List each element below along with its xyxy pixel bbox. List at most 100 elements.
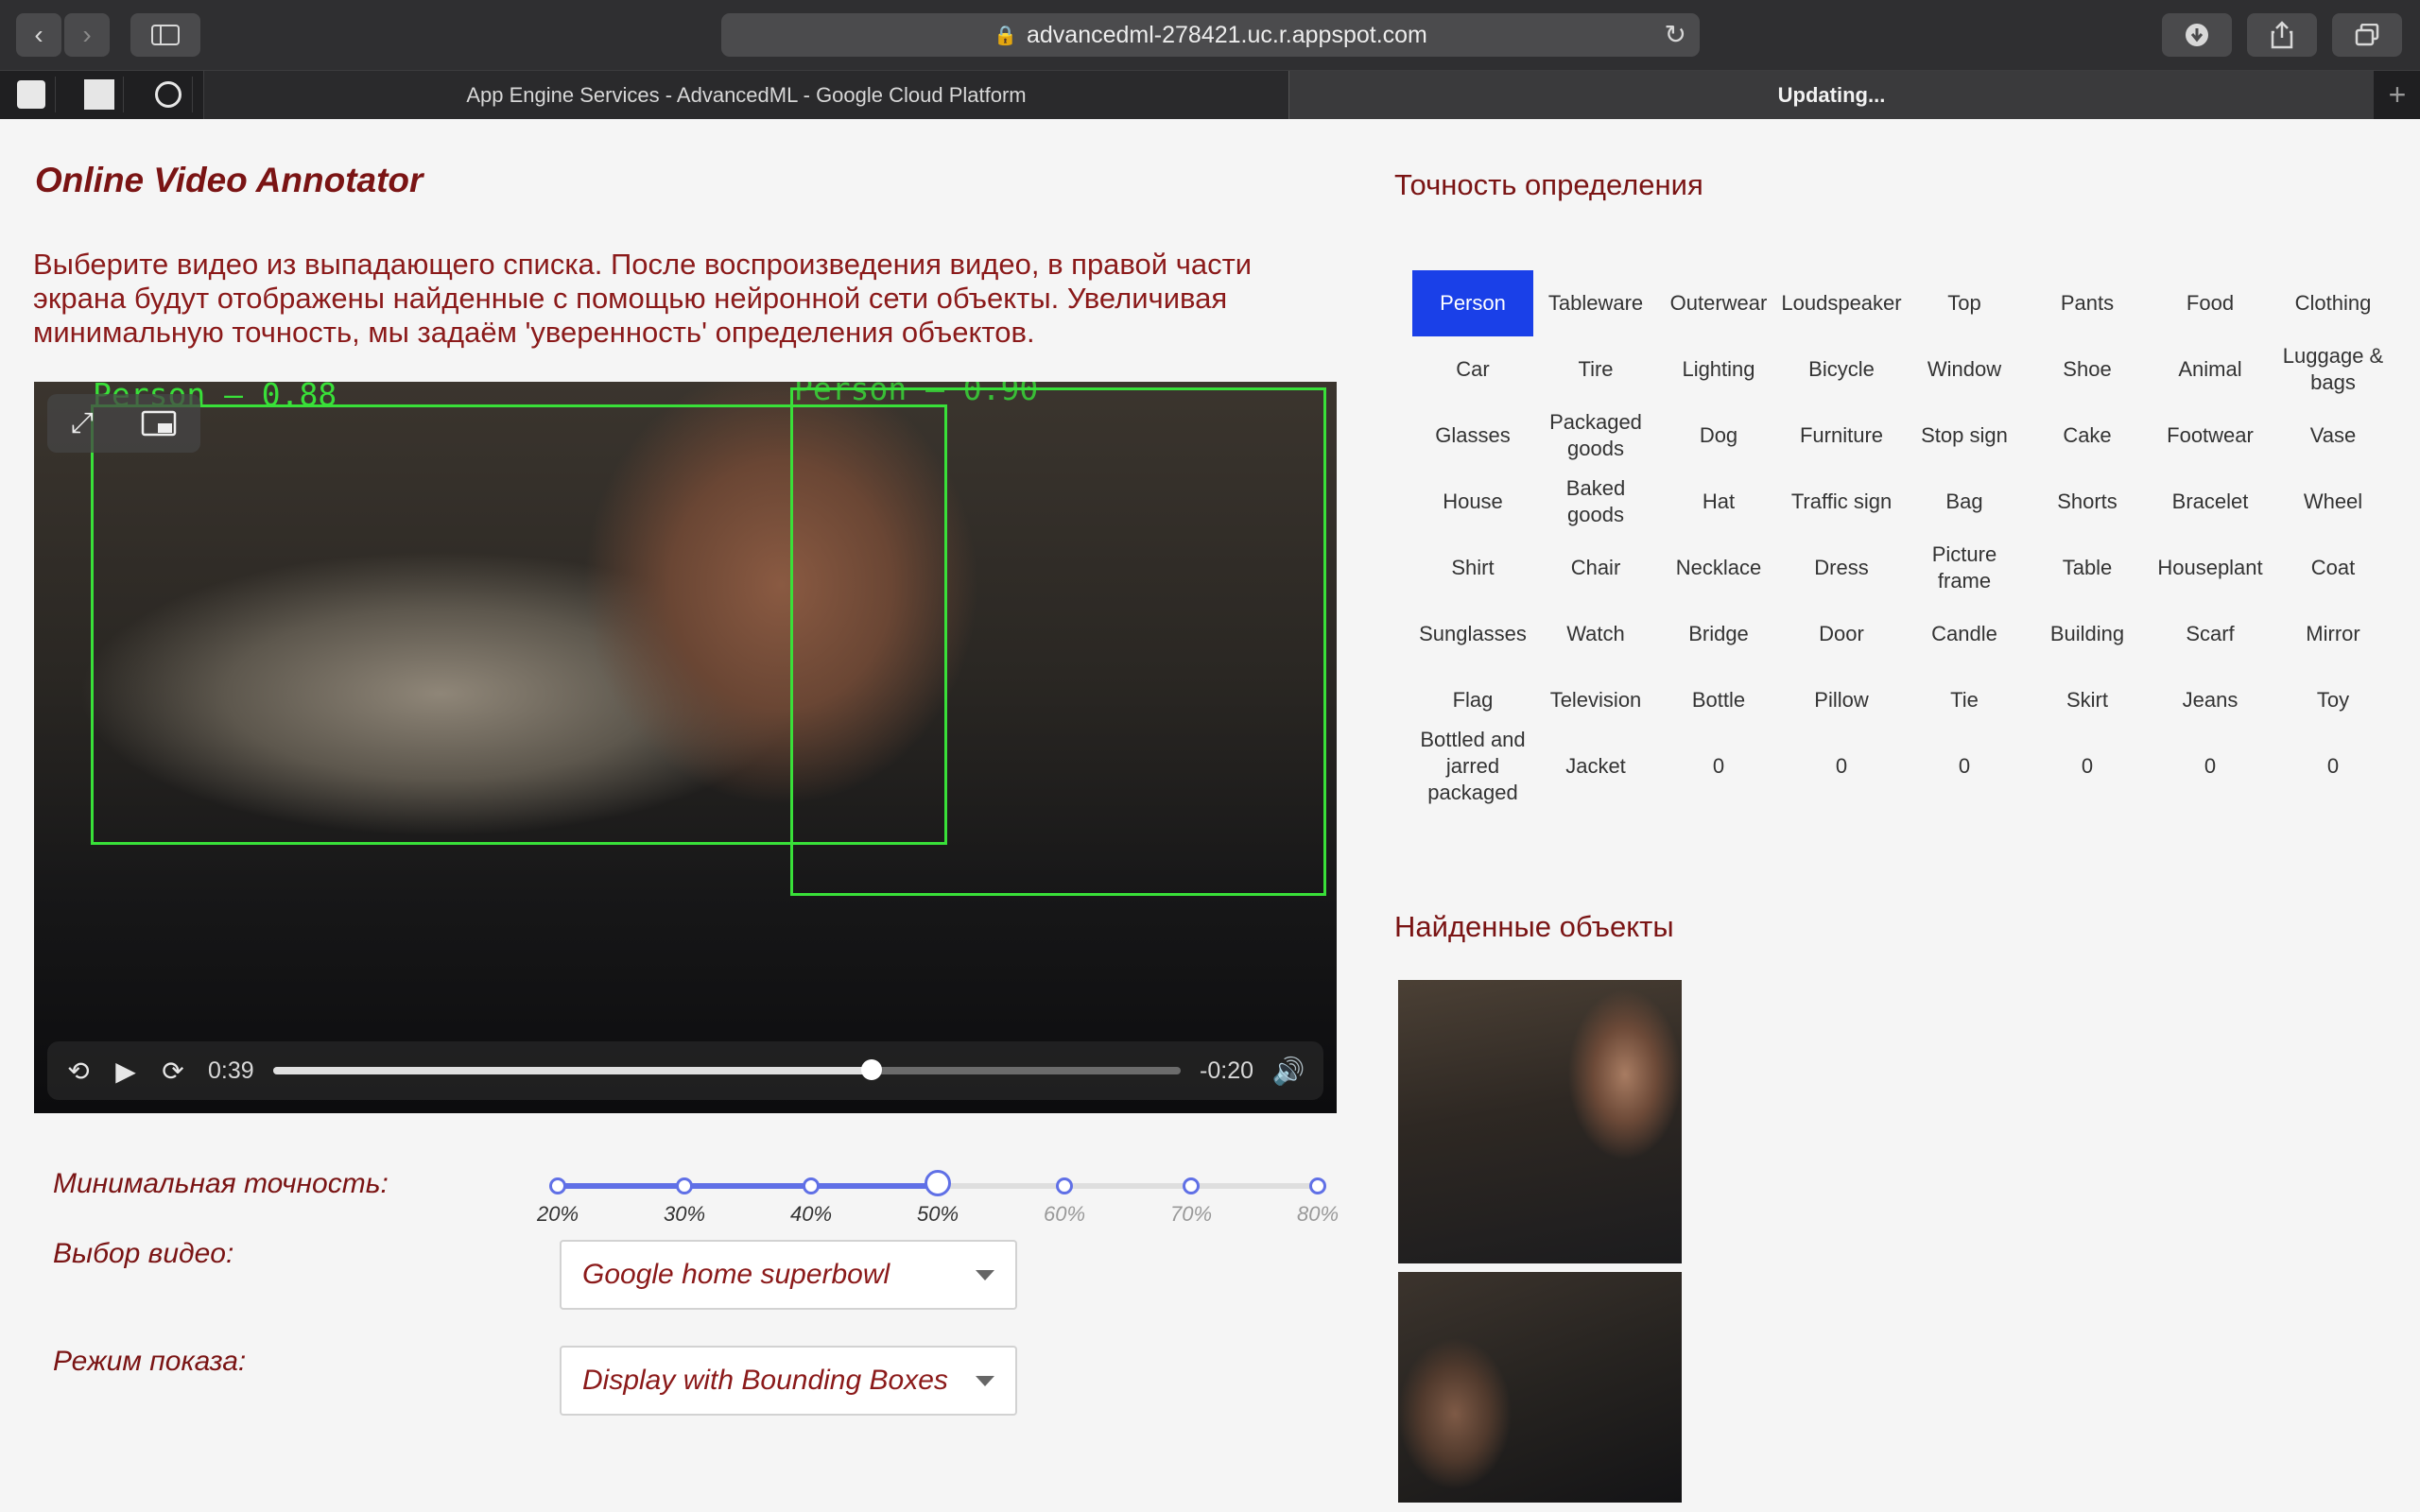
tab-updating[interactable]: Updating...: [1288, 71, 2374, 119]
label-cell[interactable]: Door: [1781, 601, 1902, 667]
slider-stop[interactable]: [676, 1177, 693, 1194]
address-bar[interactable]: 🔒 advancedml-278421.uc.r.appspot.com ↻: [721, 13, 1700, 57]
label-cell[interactable]: Luggage & bags: [2273, 336, 2394, 403]
video-player[interactable]: Person — 0.88 Person — 0.90 ⤢ ⟲ ▶ ⟳ 0:39…: [34, 382, 1337, 1113]
new-tab-button[interactable]: +: [2375, 71, 2420, 119]
label-cell[interactable]: Tire: [1535, 336, 1656, 403]
label-cell[interactable]: Building: [2027, 601, 2148, 667]
label-cell[interactable]: Tie: [1904, 667, 2025, 733]
label-cell[interactable]: Shirt: [1412, 535, 1533, 601]
found-object-thumbnail[interactable]: [1398, 980, 1682, 1263]
label-cell[interactable]: Tableware: [1535, 270, 1656, 336]
label-cell[interactable]: Pillow: [1781, 667, 1902, 733]
slider-stop[interactable]: [1309, 1177, 1326, 1194]
label-cell[interactable]: 0: [2150, 733, 2271, 799]
play-icon[interactable]: ▶: [102, 1056, 149, 1087]
label-cell[interactable]: Coat: [2273, 535, 2394, 601]
share-button[interactable]: [2247, 13, 2317, 57]
back-button[interactable]: ‹: [16, 13, 61, 57]
label-cell[interactable]: Chair: [1535, 535, 1656, 601]
label-cell[interactable]: Person: [1412, 270, 1533, 336]
label-cell[interactable]: 0: [1904, 733, 2025, 799]
slider-stop[interactable]: [803, 1177, 820, 1194]
label-cell[interactable]: Hat: [1658, 469, 1779, 535]
label-cell[interactable]: Bottle: [1658, 667, 1779, 733]
label-cell[interactable]: Outerwear: [1658, 270, 1779, 336]
label-cell[interactable]: Glasses: [1412, 403, 1533, 469]
label-cell[interactable]: Bag: [1904, 469, 2025, 535]
label-cell[interactable]: Picture frame: [1904, 535, 2025, 601]
label-cell[interactable]: Traffic sign: [1781, 469, 1902, 535]
volume-icon[interactable]: 🔊: [1265, 1056, 1312, 1087]
video-select[interactable]: Google home superbowl: [560, 1240, 1017, 1310]
label-cell[interactable]: 0: [2273, 733, 2394, 799]
label-cell[interactable]: Mirror: [2273, 601, 2394, 667]
reload-icon[interactable]: ↻: [1665, 19, 1686, 50]
label-cell[interactable]: Cake: [2027, 403, 2148, 469]
tab-overview-button[interactable]: [2332, 13, 2402, 57]
label-cell[interactable]: Skirt: [2027, 667, 2148, 733]
label-cell[interactable]: Television: [1535, 667, 1656, 733]
label-cell[interactable]: Watch: [1535, 601, 1656, 667]
label-cell[interactable]: Sunglasses: [1412, 601, 1533, 667]
label-cell[interactable]: Lighting: [1658, 336, 1779, 403]
slider-stop[interactable]: [1056, 1177, 1073, 1194]
label-cell[interactable]: Toy: [2273, 667, 2394, 733]
label-cell[interactable]: Car: [1412, 336, 1533, 403]
label-cell[interactable]: Stop sign: [1904, 403, 2025, 469]
label-cell[interactable]: Clothing: [2273, 270, 2394, 336]
label-cell[interactable]: Baked goods: [1535, 469, 1656, 535]
label-cell[interactable]: Scarf: [2150, 601, 2271, 667]
pinned-tab-3[interactable]: [145, 77, 193, 112]
skip-forward-15-icon[interactable]: ⟳: [149, 1056, 197, 1087]
timeline-scrubber[interactable]: [272, 1059, 1182, 1080]
label-cell[interactable]: Loudspeaker: [1781, 270, 1902, 336]
pinned-tab-2[interactable]: [76, 77, 124, 112]
label-cell[interactable]: Table: [2027, 535, 2148, 601]
label-cell[interactable]: Packaged goods: [1535, 403, 1656, 469]
label-cell[interactable]: Shorts: [2027, 469, 2148, 535]
pinned-tab-1[interactable]: [8, 77, 56, 112]
label-cell[interactable]: Necklace: [1658, 535, 1779, 601]
label-cell[interactable]: Bridge: [1658, 601, 1779, 667]
label-cell[interactable]: Furniture: [1781, 403, 1902, 469]
timeline-knob[interactable]: [861, 1059, 883, 1080]
label-cell[interactable]: 0: [2027, 733, 2148, 799]
label-cell[interactable]: House: [1412, 469, 1533, 535]
downloads-button[interactable]: [2162, 13, 2232, 57]
label-cell[interactable]: Bracelet: [2150, 469, 2271, 535]
slider-stop[interactable]: [1183, 1177, 1200, 1194]
label-cell[interactable]: Houseplant: [2150, 535, 2271, 601]
label-cell[interactable]: Shoe: [2027, 336, 2148, 403]
label-cell[interactable]: Bottled and jarred packaged: [1412, 728, 1533, 804]
label-cell[interactable]: Dress: [1781, 535, 1902, 601]
label-cell[interactable]: Pants: [2027, 270, 2148, 336]
label-cell[interactable]: Dog: [1658, 403, 1779, 469]
label-cell[interactable]: Food: [2150, 270, 2271, 336]
picture-in-picture-icon[interactable]: [141, 410, 177, 437]
accuracy-slider[interactable]: [549, 1170, 1326, 1198]
label-cell[interactable]: Top: [1904, 270, 2025, 336]
label-cell[interactable]: Bicycle: [1781, 336, 1902, 403]
forward-button[interactable]: ›: [64, 13, 110, 57]
found-object-thumbnail[interactable]: [1398, 1272, 1682, 1503]
label-cell[interactable]: 0: [1781, 733, 1902, 799]
slider-stop[interactable]: [549, 1177, 566, 1194]
label-cell[interactable]: Flag: [1412, 667, 1533, 733]
mode-select[interactable]: Display with Bounding Boxes: [560, 1346, 1017, 1416]
label-cell[interactable]: 0: [1658, 733, 1779, 799]
sidebar-button[interactable]: [130, 13, 200, 57]
skip-back-15-icon[interactable]: ⟲: [55, 1056, 102, 1087]
fullscreen-icon[interactable]: ⤢: [71, 407, 94, 439]
slider-stop-label: 80%: [1296, 1202, 1340, 1226]
label-cell[interactable]: Animal: [2150, 336, 2271, 403]
label-cell[interactable]: Jacket: [1535, 733, 1656, 799]
label-cell[interactable]: Jeans: [2150, 667, 2271, 733]
label-cell[interactable]: Candle: [1904, 601, 2025, 667]
label-cell[interactable]: Wheel: [2273, 469, 2394, 535]
label-cell[interactable]: Window: [1904, 336, 2025, 403]
tab-app-engine[interactable]: App Engine Services - AdvancedML - Googl…: [203, 71, 1288, 119]
slider-stop[interactable]: [925, 1170, 951, 1196]
label-cell[interactable]: Vase: [2273, 403, 2394, 469]
label-cell[interactable]: Footwear: [2150, 403, 2271, 469]
